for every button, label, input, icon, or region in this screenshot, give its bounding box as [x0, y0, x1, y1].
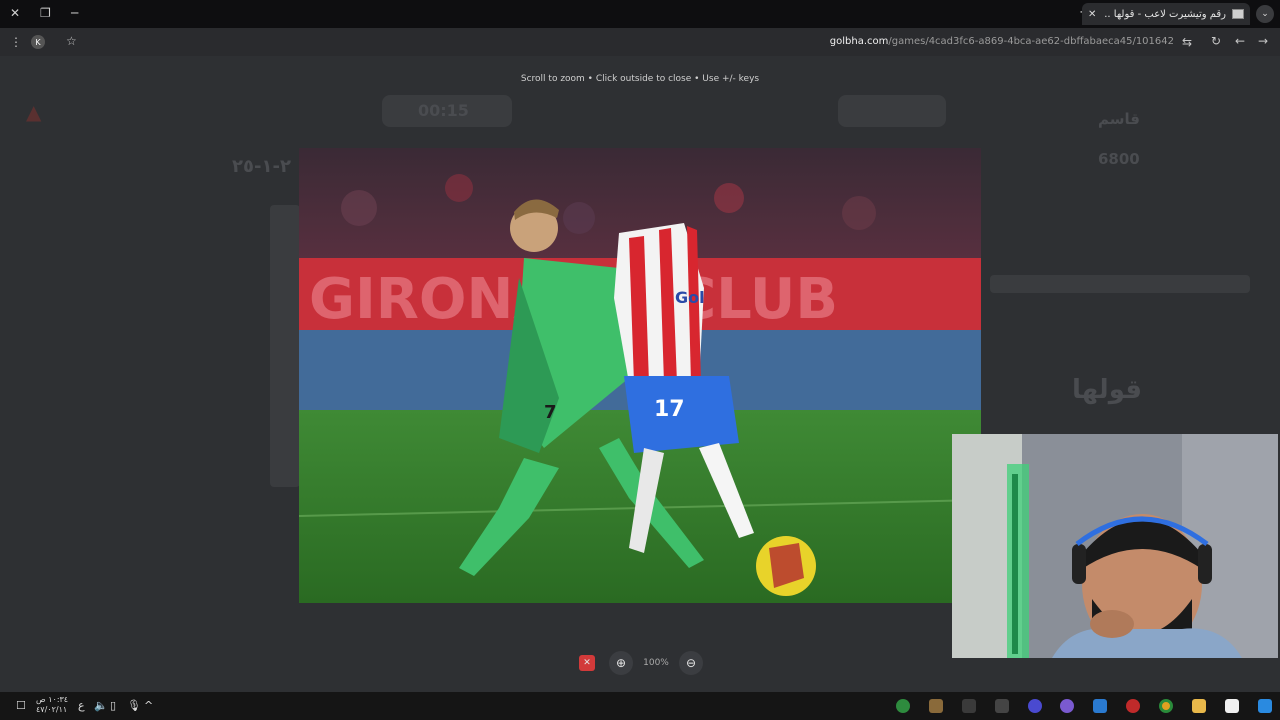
start-icon[interactable] [1258, 699, 1272, 713]
profile-avatar[interactable]: K [31, 35, 45, 49]
football-photo[interactable]: GIRONA FC CLUB 7 Gol 17 [299, 148, 981, 603]
clock-time: ١٠:٣٤ ص [36, 695, 69, 704]
zoom-out-button[interactable]: ⊖ [679, 651, 703, 675]
ghost-bar [990, 275, 1250, 293]
timer-text: 00:15 [418, 101, 469, 120]
close-window-icon[interactable]: ✕ [10, 5, 20, 21]
side-panel [270, 205, 300, 487]
browser-tab[interactable]: رقم وتيشيرت لاعب - قولها .. عدا ✕ [1082, 3, 1250, 25]
app-player-icon[interactable] [1028, 699, 1042, 713]
zoom-in-button[interactable]: ⊕ [609, 651, 633, 675]
app-capcut-icon[interactable] [962, 699, 976, 713]
url-domain: golbha.com [829, 36, 889, 47]
header-box [838, 95, 946, 127]
app-obs-icon[interactable] [1126, 699, 1140, 713]
app-messenger-icon[interactable] [1060, 699, 1074, 713]
player-name: قاسم [1098, 110, 1140, 128]
clock-date: ٤٧/٠٢/١١ [36, 705, 68, 714]
language-indicator[interactable]: ع [78, 699, 85, 712]
store-icon[interactable] [1225, 699, 1239, 713]
chrome-icon[interactable] [1159, 699, 1173, 713]
score-text: ٢-١-٢٥ [232, 156, 291, 177]
url-path: /games/4cad3fc6-a869-4bca-ae62-dbffabaec… [888, 36, 1174, 47]
player-right-number: 17 [654, 397, 685, 422]
tab-favicon-icon [1232, 9, 1244, 19]
zoom-level: 100% [643, 658, 669, 668]
app-close-icon[interactable] [995, 699, 1009, 713]
viewer-controls: ✕ ⊕ 100% ⊖ [575, 651, 707, 675]
app-sport-icon[interactable] [1093, 699, 1107, 713]
menu-icon[interactable]: ⋮ [10, 35, 22, 49]
notification-icon[interactable]: ☐ [16, 699, 26, 712]
tray-expand-icon[interactable]: ^ [144, 699, 153, 712]
player-left-number: 7 [544, 402, 557, 423]
microphone-icon[interactable]: 🎙 [127, 699, 141, 712]
taskbar [0, 692, 1280, 720]
app-u-icon[interactable] [896, 699, 910, 713]
tab-bar: ✕ ❐ ─ + رقم وتيشيرت لاعب - قولها .. عدا … [0, 0, 1280, 28]
forward-icon[interactable]: → [1258, 34, 1268, 48]
tab-close-icon[interactable]: ✕ [1088, 9, 1096, 20]
restore-window-icon[interactable]: ❐ [40, 5, 51, 21]
warning-icon: ▲ [26, 100, 42, 124]
system-clock[interactable]: ١٠:٣٤ ص ٤٧/٠٢/١١ [36, 695, 68, 715]
volume-icon[interactable]: 🔈 [94, 699, 108, 712]
phone-icon[interactable]: ▯ [110, 699, 116, 712]
site-settings-icon[interactable]: ⇆ [1182, 35, 1192, 49]
reload-icon[interactable]: ↻ [1211, 34, 1221, 48]
viewer-hint: Scroll to zoom • Click outside to close … [520, 74, 760, 84]
app-tools-icon[interactable] [929, 699, 943, 713]
site-logo: قولها [1072, 375, 1143, 405]
bookmark-star-icon[interactable]: ☆ [66, 34, 77, 48]
minimize-window-icon[interactable]: ─ [71, 5, 78, 21]
points-text: 6800 [1098, 150, 1140, 168]
tab-title: رقم وتيشيرت لاعب - قولها .. عدا [1102, 8, 1226, 20]
url-field[interactable]: golbha.com/games/4cad3fc6-a869-4bca-ae62… [830, 36, 1174, 47]
tab-search-icon[interactable]: ⌄ [1256, 5, 1274, 23]
webcam-overlay [952, 434, 1278, 658]
back-icon[interactable]: ← [1235, 34, 1245, 48]
sponsor-text: Gol [675, 288, 705, 307]
close-viewer-button[interactable]: ✕ [579, 655, 595, 671]
file-explorer-icon[interactable] [1192, 699, 1206, 713]
